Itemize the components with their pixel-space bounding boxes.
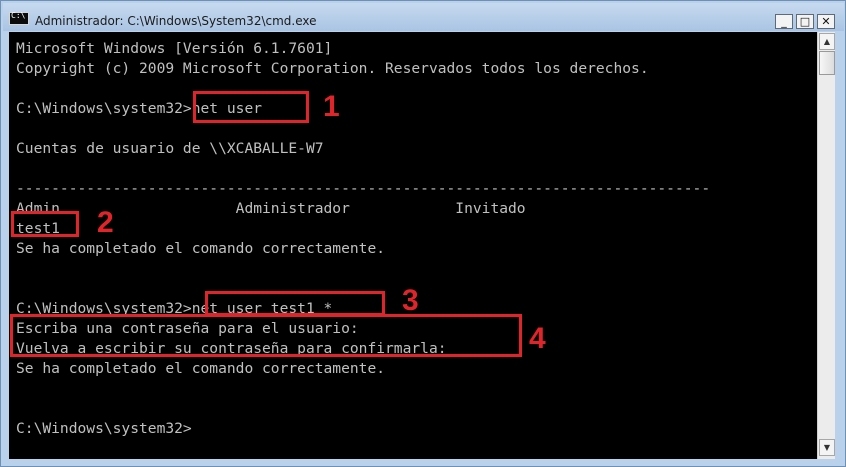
annotation-box-3	[205, 291, 385, 316]
annotation-number-4: 4	[529, 322, 546, 355]
console-line: Microsoft Windows [Versión 6.1.7601]	[16, 40, 333, 57]
minimize-button[interactable]: _	[775, 14, 793, 29]
vertical-scrollbar[interactable]: ▲ ▼	[817, 32, 835, 459]
window-title: Administrador: C:\Windows\System32\cmd.e…	[35, 14, 317, 28]
console-area[interactable]: Microsoft Windows [Versión 6.1.7601] Copy…	[9, 32, 817, 459]
cmd-icon-glyph: C:\	[11, 11, 26, 20]
console-line: Se ha completado el comando correctament…	[16, 360, 386, 377]
console-line: Copyright (c) 2009 Microsoft Corporation…	[16, 60, 649, 77]
annotation-box-2	[11, 211, 79, 237]
annotation-box-4	[10, 314, 522, 357]
cmd-app-icon[interactable]: C:\	[9, 11, 29, 25]
scroll-down-button[interactable]: ▼	[819, 439, 835, 456]
scroll-up-button[interactable]: ▲	[819, 33, 835, 50]
console-line: Cuentas de usuario de \\XCABALLE-W7	[16, 140, 324, 157]
annotation-number-2: 2	[97, 206, 114, 239]
close-button[interactable]: ✕	[817, 14, 835, 29]
annotation-number-1: 1	[323, 90, 340, 123]
console-line: Se ha completado el comando correctament…	[16, 240, 386, 257]
console-output: Microsoft Windows [Versión 6.1.7601] Copy…	[16, 39, 710, 439]
console-prompt: C:\Windows\system32>	[16, 420, 192, 437]
console-line: test1	[16, 220, 60, 237]
annotation-number-3: 3	[402, 284, 419, 317]
title-bar[interactable]: C:\ Administrador: C:\Windows\System32\c…	[3, 3, 844, 31]
cmd-window: C:\ Administrador: C:\Windows\System32\c…	[0, 0, 846, 467]
console-line: C:\Windows\system32>net user	[16, 100, 263, 117]
scroll-thumb[interactable]	[819, 51, 835, 75]
maximize-button[interactable]: □	[796, 14, 814, 29]
annotation-box-1	[193, 91, 309, 123]
console-separator: ----------------------------------------…	[16, 180, 711, 197]
console-line: Admin Administrador Invitado	[16, 200, 526, 217]
